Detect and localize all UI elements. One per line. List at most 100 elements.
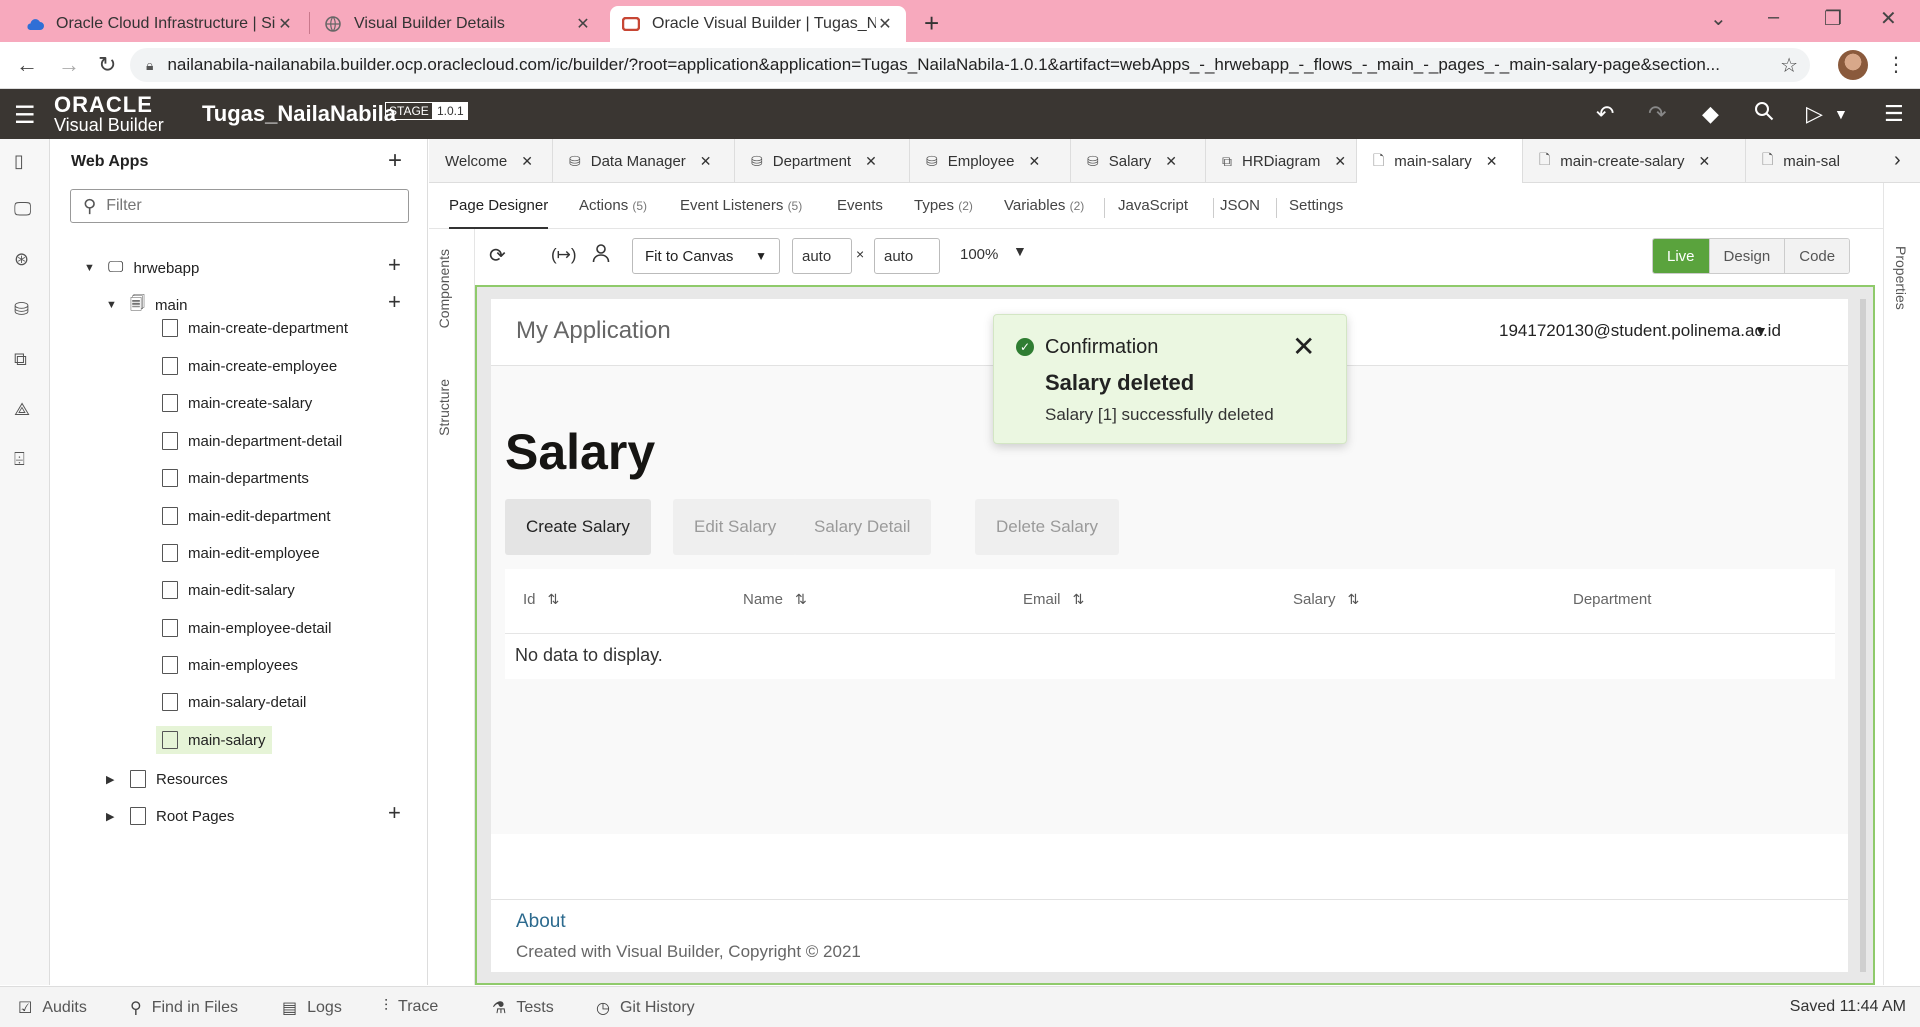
tree-item-page[interactable]: main-employees [162, 651, 298, 679]
logs-button[interactable]: ▤ Logs [282, 998, 342, 1018]
close-window-icon[interactable]: ✕ [1880, 6, 1897, 31]
column-header-email[interactable]: Email ⇅ [1023, 591, 1084, 608]
tab-page-designer[interactable]: Page Designer [449, 197, 549, 229]
add-web-app-button[interactable]: + [388, 147, 402, 175]
create-salary-button[interactable]: Create Salary [505, 499, 651, 555]
undo-icon[interactable]: ↶ [1596, 101, 1614, 127]
expand-down-icon[interactable]: ▼ [84, 262, 98, 274]
column-header-salary[interactable]: Salary ⇅ [1293, 591, 1359, 608]
editor-tab-department[interactable]: ⛁ Department ✕ [735, 139, 910, 183]
add-page-button[interactable]: + [388, 289, 401, 315]
fit-to-canvas-select[interactable]: Fit to Canvas ▼ [632, 238, 780, 274]
close-tab-icon[interactable]: ✕ [876, 14, 894, 34]
tab-variables[interactable]: Variables (2) [1004, 197, 1084, 214]
canvas-height-input[interactable] [874, 238, 940, 274]
git-icon[interactable]: ◆ [1702, 101, 1719, 127]
close-icon[interactable]: ✕ [1698, 153, 1710, 170]
sort-icon[interactable]: ⇅ [1073, 591, 1085, 608]
scroll-tabs-right-icon[interactable]: › [1894, 149, 1901, 172]
browser-menu-icon[interactable]: ⋮ [1886, 52, 1906, 77]
tree-item-root-pages[interactable]: ▶ Root Pages [106, 802, 234, 830]
properties-panel-toggle[interactable]: Properties [1893, 246, 1909, 310]
expand-right-icon[interactable]: ▶ [106, 810, 120, 823]
close-icon[interactable]: ✕ [1028, 153, 1040, 170]
tree-item-page[interactable]: main-salary-detail [162, 688, 306, 716]
business-objects-icon[interactable]: ⛁ [14, 299, 29, 320]
close-icon[interactable]: ✕ [865, 153, 877, 170]
more-menu-icon[interactable]: ☰ [1884, 101, 1904, 127]
new-tab-icon[interactable]: + [924, 8, 939, 39]
tab-types[interactable]: Types (2) [914, 197, 973, 214]
editor-tab-employee[interactable]: ⛁ Employee ✕ [910, 139, 1071, 183]
salary-detail-button[interactable]: Salary Detail [793, 499, 932, 555]
audits-button[interactable]: ☑ Audits [18, 998, 87, 1018]
tree-item-page-selected[interactable]: main-salary [156, 726, 272, 754]
source-icon[interactable]: ⌹ [14, 449, 25, 470]
tab-json[interactable]: JSON [1220, 197, 1260, 214]
tab-actions[interactable]: Actions (5) [579, 197, 647, 214]
editor-tab-hrdiagram[interactable]: ⧉ HRDiagram ✕ [1206, 139, 1357, 183]
add-flow-button[interactable]: + [388, 252, 401, 278]
restore-icon[interactable]: ❐ [1824, 6, 1842, 31]
tree-item-page[interactable]: main-edit-department [162, 502, 331, 530]
close-icon[interactable]: ✕ [1292, 333, 1315, 361]
close-icon[interactable]: ✕ [1165, 153, 1177, 170]
minimize-icon[interactable]: – [1768, 6, 1779, 29]
code-mode-button[interactable]: Code [1785, 239, 1850, 273]
expand-down-icon[interactable]: ▼ [106, 299, 120, 311]
web-apps-icon[interactable]: 🖵︎ [14, 199, 31, 220]
app-name[interactable]: Tugas_NailaNabila [202, 101, 396, 127]
tab-search-icon[interactable]: ⌄ [1710, 6, 1727, 31]
user-menu[interactable]: 1941720130@student.polinema.ac.id [1499, 321, 1781, 341]
git-history-button[interactable]: ◷ Git History [596, 998, 695, 1018]
browser-tab-oci[interactable]: Oracle Cloud Infrastructure | Sign ✕ [14, 6, 306, 42]
tree-item-page[interactable]: main-departments [162, 464, 309, 492]
about-link[interactable]: About [516, 911, 566, 933]
sort-icon[interactable]: ⇅ [795, 591, 807, 608]
back-icon[interactable]: ← [16, 52, 38, 78]
filter-field[interactable]: ⚲ [70, 189, 409, 223]
tree-item-resources[interactable]: ▶ Resources [106, 765, 228, 793]
filter-input[interactable] [106, 197, 387, 215]
run-options-chevron-icon[interactable]: ▼ [1834, 106, 1848, 122]
browser-tab-vb-details[interactable]: Visual Builder Details ✕ [312, 6, 604, 42]
refresh-icon[interactable]: ⟳ [489, 243, 506, 268]
column-header-department[interactable]: Department [1573, 591, 1651, 608]
editor-tab-main-salary[interactable]: 🗋︎ main-salary ✕ [1357, 139, 1523, 184]
expand-right-icon[interactable]: ▶ [106, 773, 120, 786]
editor-tab-welcome[interactable]: Welcome ✕ [429, 139, 553, 183]
sort-icon[interactable]: ⇅ [548, 591, 560, 608]
mobile-apps-icon[interactable]: ▯ [14, 151, 24, 172]
url-field[interactable]: 🔒︎ nailanabila-nailanabila.builder.ocp.o… [130, 48, 1810, 82]
column-header-id[interactable]: Id ⇅ [523, 591, 559, 608]
tests-button[interactable]: ⚗ Tests [492, 998, 554, 1018]
tree-item-page[interactable]: main-department-detail [162, 427, 342, 455]
components-icon[interactable]: ⧉ [14, 349, 27, 370]
edit-salary-button[interactable]: Edit Salary [673, 499, 798, 555]
browser-tab-vb-active[interactable]: Oracle Visual Builder | Tugas_Nai ✕ [610, 6, 906, 42]
sort-icon[interactable]: ⇅ [1348, 591, 1360, 608]
canvas-width-input[interactable] [792, 238, 852, 274]
editor-tab-main-salary-detail[interactable]: 🗋︎ main-sal [1746, 139, 1886, 183]
close-icon[interactable]: ✕ [700, 153, 712, 170]
close-icon[interactable]: ✕ [1334, 153, 1346, 170]
forward-icon[interactable]: → [58, 52, 80, 78]
close-tab-icon[interactable]: ✕ [276, 14, 294, 34]
canvas-scrollbar[interactable] [1860, 299, 1866, 972]
design-mode-button[interactable]: Design [1709, 239, 1786, 273]
close-tab-icon[interactable]: ✕ [574, 14, 592, 34]
processes-icon[interactable]: ⟁ [14, 399, 30, 420]
profile-avatar[interactable] [1838, 50, 1868, 80]
find-in-files-button[interactable]: ⚲ Find in Files [130, 998, 238, 1018]
components-panel-toggle[interactable]: Components [436, 249, 452, 328]
tree-item-page[interactable]: main-create-department [162, 314, 348, 342]
close-icon[interactable]: ✕ [521, 153, 533, 170]
tab-events[interactable]: Events [837, 197, 883, 214]
page-input-params-icon[interactable]: (↦) [551, 245, 577, 265]
tab-event-listeners[interactable]: Event Listeners (5) [680, 197, 802, 214]
redo-icon[interactable]: ↷ [1648, 101, 1666, 127]
run-icon[interactable]: ▷ [1806, 101, 1823, 127]
editor-tab-main-create-salary[interactable]: 🗋︎ main-create-salary ✕ [1523, 139, 1746, 183]
tree-item-page[interactable]: main-edit-salary [162, 576, 295, 604]
tab-settings[interactable]: Settings [1289, 197, 1343, 214]
